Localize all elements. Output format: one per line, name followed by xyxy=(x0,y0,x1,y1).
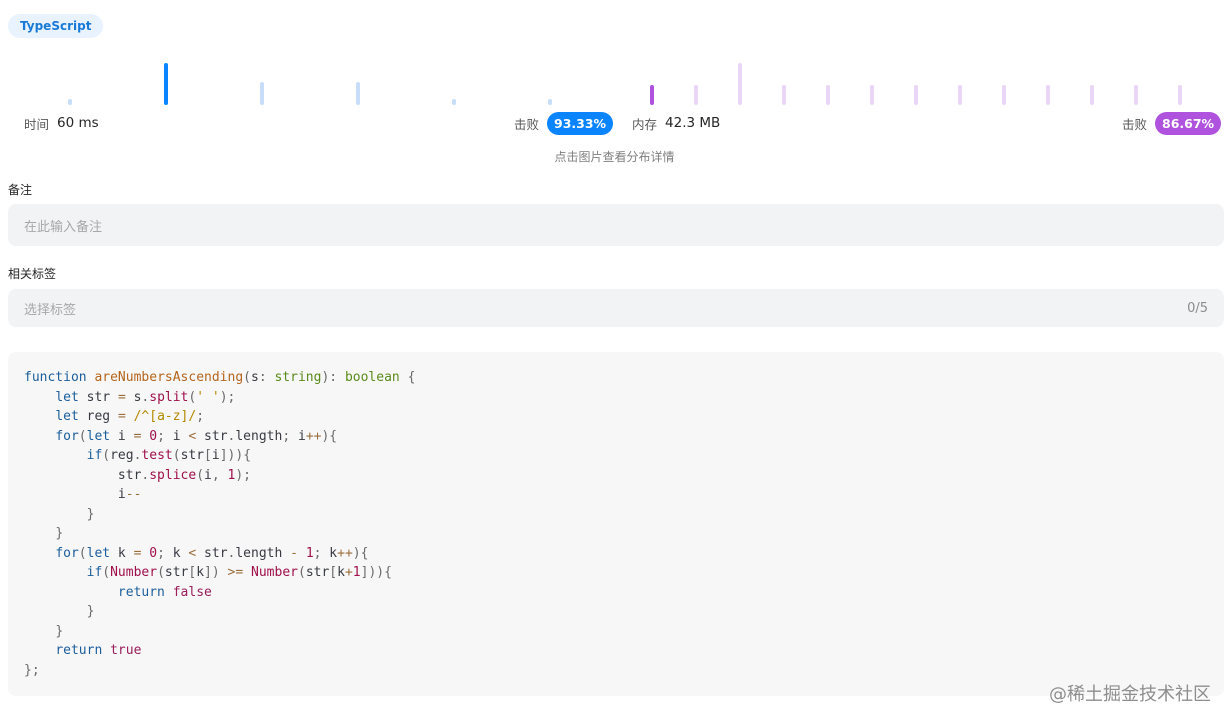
memory-beats-label: 击败 xyxy=(1122,116,1148,132)
runtime-value: 60 ms xyxy=(57,115,99,131)
memory-stat: 内存 42.3 MB xyxy=(632,110,720,136)
runtime-dist-bar xyxy=(452,99,456,105)
runtime-dist-bar xyxy=(164,63,168,105)
memory-beats-badge: 86.67% xyxy=(1155,111,1222,135)
code-content: function areNumbersAscending(s: string):… xyxy=(24,370,416,678)
memory-dist-bar xyxy=(1002,85,1006,105)
runtime-distribution-chart[interactable] xyxy=(20,55,600,105)
runtime-stat: 时间 60 ms xyxy=(24,110,99,136)
runtime-dist-bar xyxy=(68,99,72,105)
memory-dist-bar xyxy=(782,85,786,105)
code-block[interactable]: function areNumbersAscending(s: string):… xyxy=(8,352,1224,696)
notes-label: 备注 xyxy=(8,183,33,197)
memory-dist-bar xyxy=(1046,85,1050,105)
runtime-beats: 击败 93.33% xyxy=(514,110,614,136)
memory-dist-bar xyxy=(870,85,874,105)
language-tag[interactable]: TypeScript xyxy=(8,14,104,38)
memory-dist-bar xyxy=(694,85,698,105)
memory-dist-bar xyxy=(738,63,742,105)
memory-dist-bar xyxy=(958,85,962,105)
runtime-label: 时间 xyxy=(24,116,50,132)
runtime-dist-bar xyxy=(260,82,264,105)
runtime-dist-bar xyxy=(548,99,552,105)
memory-beats: 击败 86.67% xyxy=(1122,110,1222,136)
memory-dist-bar xyxy=(1178,85,1182,105)
memory-distribution-chart[interactable] xyxy=(630,55,1210,105)
runtime-dist-bar xyxy=(356,82,360,105)
runtime-beats-label: 击败 xyxy=(514,116,540,132)
notes-input[interactable]: 在此输入备注 xyxy=(8,204,1224,246)
tags-select[interactable]: 选择标签 0/5 xyxy=(8,289,1224,327)
memory-value: 42.3 MB xyxy=(665,115,721,131)
tags-counter: 0/5 xyxy=(1187,300,1208,316)
memory-dist-bar xyxy=(650,85,654,105)
memory-dist-bar xyxy=(826,85,830,105)
memory-dist-bar xyxy=(914,85,918,105)
tags-placeholder: 选择标签 xyxy=(24,302,77,318)
runtime-beats-badge: 93.33% xyxy=(547,111,614,135)
distribution-hint[interactable]: 点击图片查看分布详情 xyxy=(0,148,1229,165)
watermark: @稀土掘金技术社区 xyxy=(1049,684,1211,705)
memory-dist-bar xyxy=(1090,85,1094,105)
notes-placeholder: 在此输入备注 xyxy=(24,219,103,235)
tags-label: 相关标签 xyxy=(8,267,57,281)
memory-dist-bar xyxy=(1134,85,1138,105)
memory-label: 内存 xyxy=(632,116,658,132)
